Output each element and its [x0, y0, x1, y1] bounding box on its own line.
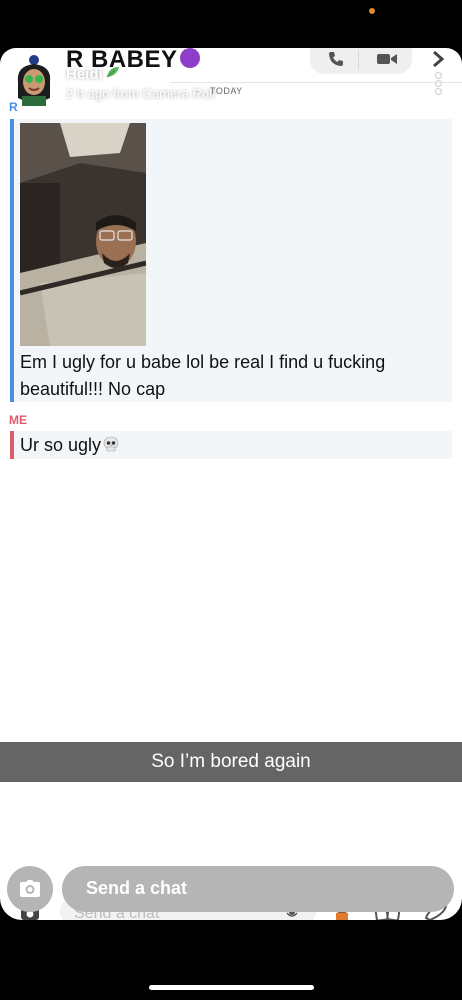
snap-caption: So I’m bored again — [0, 742, 462, 782]
snap-time-info: 2 h ago from Camera Roll — [66, 86, 215, 101]
chat-header: R BABEY Heidi 2 h ago from Camera Roll T… — [0, 48, 462, 118]
shared-photo[interactable] — [20, 123, 146, 346]
chat-input-placeholder: Send a chat — [86, 878, 188, 898]
chevron-right-icon — [433, 51, 444, 67]
chat-screen: R BABEY Heidi 2 h ago from Camera Roll T… — [0, 48, 462, 920]
phone-icon — [329, 52, 343, 66]
camera-icon — [20, 880, 40, 897]
header-divider-line — [170, 82, 462, 83]
avatar[interactable] — [12, 54, 56, 106]
message-text: Ur so ugly — [20, 435, 102, 455]
sender-label-me: ME — [9, 413, 27, 427]
video-call-button[interactable] — [372, 48, 402, 70]
message-text: Em I ugly for u babe lol be real I find … — [20, 352, 386, 399]
devil-emoji-icon — [179, 48, 200, 68]
message-accent-bar — [10, 119, 14, 402]
more-icon[interactable] — [432, 72, 444, 96]
video-icon — [377, 54, 397, 64]
sender-label-friend: R — [9, 100, 18, 114]
subtitle-text: Heidi — [66, 66, 103, 83]
phone-screen: R BABEY Heidi 2 h ago from Camera Roll T… — [0, 0, 462, 1000]
home-indicator[interactable] — [149, 985, 314, 990]
camera-button[interactable] — [7, 866, 53, 912]
call-divider — [358, 50, 359, 70]
message-me[interactable]: Ur so ugly — [10, 431, 452, 459]
recording-indicator-dot — [369, 8, 375, 14]
chat-subtitle: Heidi — [66, 65, 121, 83]
chevron-right-button[interactable] — [428, 48, 448, 70]
message-friend[interactable]: Em I ugly for u babe lol be real I find … — [10, 119, 452, 402]
date-divider: TODAY — [210, 86, 243, 96]
leaf-emoji-icon — [106, 67, 119, 78]
voice-call-button[interactable] — [322, 48, 350, 70]
message-accent-bar — [10, 431, 14, 459]
skull-emoji-icon — [103, 436, 119, 452]
message-text-wrap: Ur so ugly — [20, 433, 119, 457]
